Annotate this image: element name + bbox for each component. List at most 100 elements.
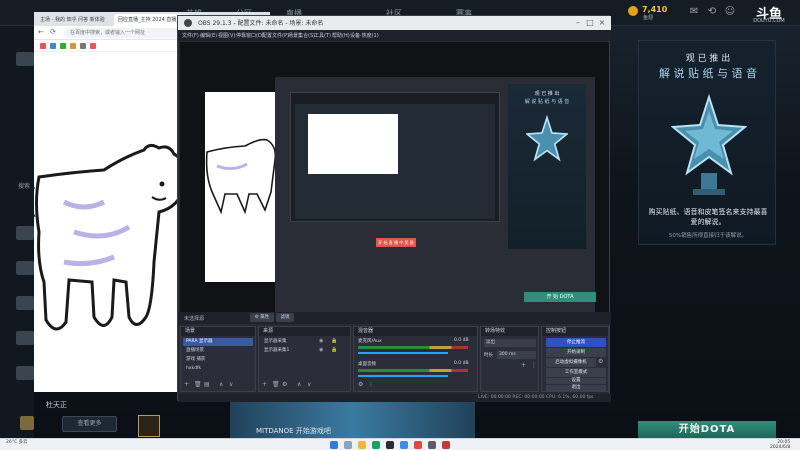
site-search-label[interactable]: 搜索: [18, 181, 30, 190]
dock-title: 控制按钮: [542, 327, 608, 336]
obs-preview[interactable]: 观 已 推 出 解 说 贴 纸 与 语 音 开 始 直 播 中 奖 励 开 始 …: [180, 42, 609, 312]
douyu-logo[interactable]: 斗鱼 DOUYU.COM: [746, 3, 792, 25]
dock-title: 场景: [181, 327, 255, 336]
bookmark-icon[interactable]: [40, 43, 46, 49]
bookmark-icon[interactable]: [50, 43, 56, 49]
delete-icon[interactable]: 🗑: [272, 381, 280, 389]
menu-help[interactable]: 帮助(H): [332, 32, 350, 39]
menu-tools[interactable]: 工具(T): [314, 32, 331, 39]
gear-icon[interactable]: ⚙: [598, 358, 603, 365]
menu-edit[interactable]: 编辑(E): [200, 32, 217, 39]
preview-promo: 观 已 推 出 解 说 贴 纸 与 语 音: [508, 84, 586, 249]
filter-icon[interactable]: ▤: [204, 381, 210, 389]
refresh-icon[interactable]: ⟳: [50, 28, 56, 36]
search-icon[interactable]: [344, 441, 352, 449]
preview-nested-browser: [308, 114, 398, 174]
sidebar-thumbnail[interactable]: [16, 261, 34, 275]
minimize-icon[interactable]: –: [573, 18, 583, 28]
window-title: OBS 29.1.3 - 配置文件: 未命名 - 场景: 未命名: [198, 20, 324, 27]
app-icon[interactable]: [428, 441, 436, 449]
volume-meter: [358, 346, 468, 349]
obs-icon[interactable]: [386, 441, 394, 449]
start-recording-button[interactable]: 开始录制: [546, 348, 606, 357]
weather-widget[interactable]: 26°C 多云: [6, 440, 28, 445]
move-up-icon[interactable]: ∧: [219, 381, 223, 389]
start-icon[interactable]: [330, 441, 338, 449]
gear-icon[interactable]: ⚙: [282, 381, 287, 389]
menu-scene-collection[interactable]: 场景集合(S): [288, 32, 315, 39]
bookmark-icon[interactable]: [80, 43, 86, 49]
sidebar-thumbnail[interactable]: [16, 366, 34, 380]
lock-icon[interactable]: 🔒: [331, 338, 337, 344]
back-icon[interactable]: ←: [38, 28, 44, 36]
browser-icon[interactable]: [372, 441, 380, 449]
more-icon[interactable]: ⋮: [368, 381, 374, 389]
view-more-button[interactable]: 查看更多: [62, 416, 117, 432]
promo-note: 50%销售所得直接归于该解说。: [668, 233, 748, 239]
stop-streaming-button[interactable]: 停止推流: [546, 338, 606, 347]
settings-button[interactable]: 设置: [546, 378, 606, 384]
promo-subtitle: 解 说 贴 纸 与 语 音: [659, 67, 757, 80]
bookmark-icon[interactable]: [90, 43, 96, 49]
delete-icon[interactable]: 🗑: [194, 381, 202, 389]
scene-item[interactable]: PARA 显示器: [183, 338, 253, 346]
studio-mode-button[interactable]: 工作室模式: [546, 368, 606, 377]
app-icon[interactable]: [442, 441, 450, 449]
maximize-icon[interactable]: □: [585, 18, 595, 28]
transition-select[interactable]: 淡出: [484, 339, 536, 347]
sidebar-thumbnail[interactable]: [16, 331, 34, 345]
scene-item[interactable]: 游戏 捕获: [183, 356, 253, 364]
message-icon[interactable]: ✉: [688, 6, 700, 18]
controls-dock: 控制按钮 停止推流 开始录制 启动虚拟摄像机 ⚙ 工作室模式 设置 退出: [541, 326, 609, 392]
address-bar[interactable]: 在百度中搜索，或者输入一个网址: [64, 28, 184, 38]
sidebar-thumbnail[interactable]: [16, 52, 34, 66]
scene-item[interactable]: hxkdfk: [183, 365, 253, 373]
coin-balance: 7,410: [642, 5, 668, 14]
streamer-name[interactable]: 杜天正: [46, 400, 67, 410]
preview-promo-button: 开 始 DOTA: [524, 292, 596, 302]
start-dota-button[interactable]: 开始DOTA: [638, 421, 776, 438]
windows-taskbar: 26°C 多云 20:05 2024/6/8: [0, 438, 800, 450]
app-icon[interactable]: [414, 441, 422, 449]
visibility-icon[interactable]: ◉: [319, 338, 323, 344]
add-icon[interactable]: +: [184, 381, 189, 389]
lock-icon[interactable]: 🔒: [331, 347, 337, 353]
preview-promo-subtitle: 解 说 贴 纸 与 语 音: [524, 99, 570, 105]
system-clock[interactable]: 20:05 2024/6/8: [770, 440, 790, 450]
more-icon[interactable]: ⋮: [531, 362, 537, 369]
filters-button[interactable]: 滤镜: [276, 313, 294, 322]
browser-tab[interactable]: 主场 - 我的 知乎 问答 新体验: [36, 14, 112, 26]
add-icon[interactable]: +: [262, 381, 267, 389]
file-explorer-icon[interactable]: [358, 441, 366, 449]
menu-profile[interactable]: 配置文件(P): [262, 32, 289, 39]
user-icon[interactable]: ☺: [724, 6, 736, 18]
reward-badge-icon[interactable]: [138, 415, 160, 437]
visibility-icon[interactable]: ◉: [319, 347, 323, 353]
menu-docks[interactable]: 停靠窗口(D): [236, 32, 264, 39]
bookmark-icon[interactable]: [60, 43, 66, 49]
menu-extra[interactable]: 设备·热度(1): [350, 32, 379, 39]
move-down-icon[interactable]: ∨: [307, 381, 311, 389]
virtual-camera-button[interactable]: 启动虚拟摄像机: [546, 358, 596, 367]
bookmark-icon[interactable]: [70, 43, 76, 49]
volume-slider[interactable]: [358, 375, 448, 377]
close-icon[interactable]: ×: [597, 18, 607, 28]
scene-item[interactable]: 直播场景: [183, 347, 253, 355]
volume-slider[interactable]: [358, 352, 448, 354]
move-down-icon[interactable]: ∨: [229, 381, 233, 389]
sidebar-thumbnail[interactable]: [16, 226, 34, 240]
history-icon[interactable]: ⟲: [706, 6, 718, 18]
move-up-icon[interactable]: ∧: [297, 381, 301, 389]
duration-input[interactable]: 300 ms: [497, 351, 536, 359]
menu-file[interactable]: 文件(F): [182, 32, 199, 39]
avatar[interactable]: [20, 416, 34, 430]
scenes-dock: 场景 PARA 显示器 直播场景 游戏 捕获 hxkdfk + 🗑 ▤ ∧ ∨: [180, 326, 256, 392]
app-icon[interactable]: [400, 441, 408, 449]
transitions-dock: 转场特效 淡出 时长 300 ms + ⋮: [480, 326, 539, 392]
settings-icon[interactable]: ⚙: [358, 381, 363, 389]
sidebar-thumbnail[interactable]: [16, 296, 34, 310]
menu-view[interactable]: 视图(V): [218, 32, 235, 39]
properties-button[interactable]: ⚙ 属性: [250, 313, 274, 322]
exit-button[interactable]: 退出: [546, 385, 606, 391]
add-icon[interactable]: +: [521, 362, 526, 369]
